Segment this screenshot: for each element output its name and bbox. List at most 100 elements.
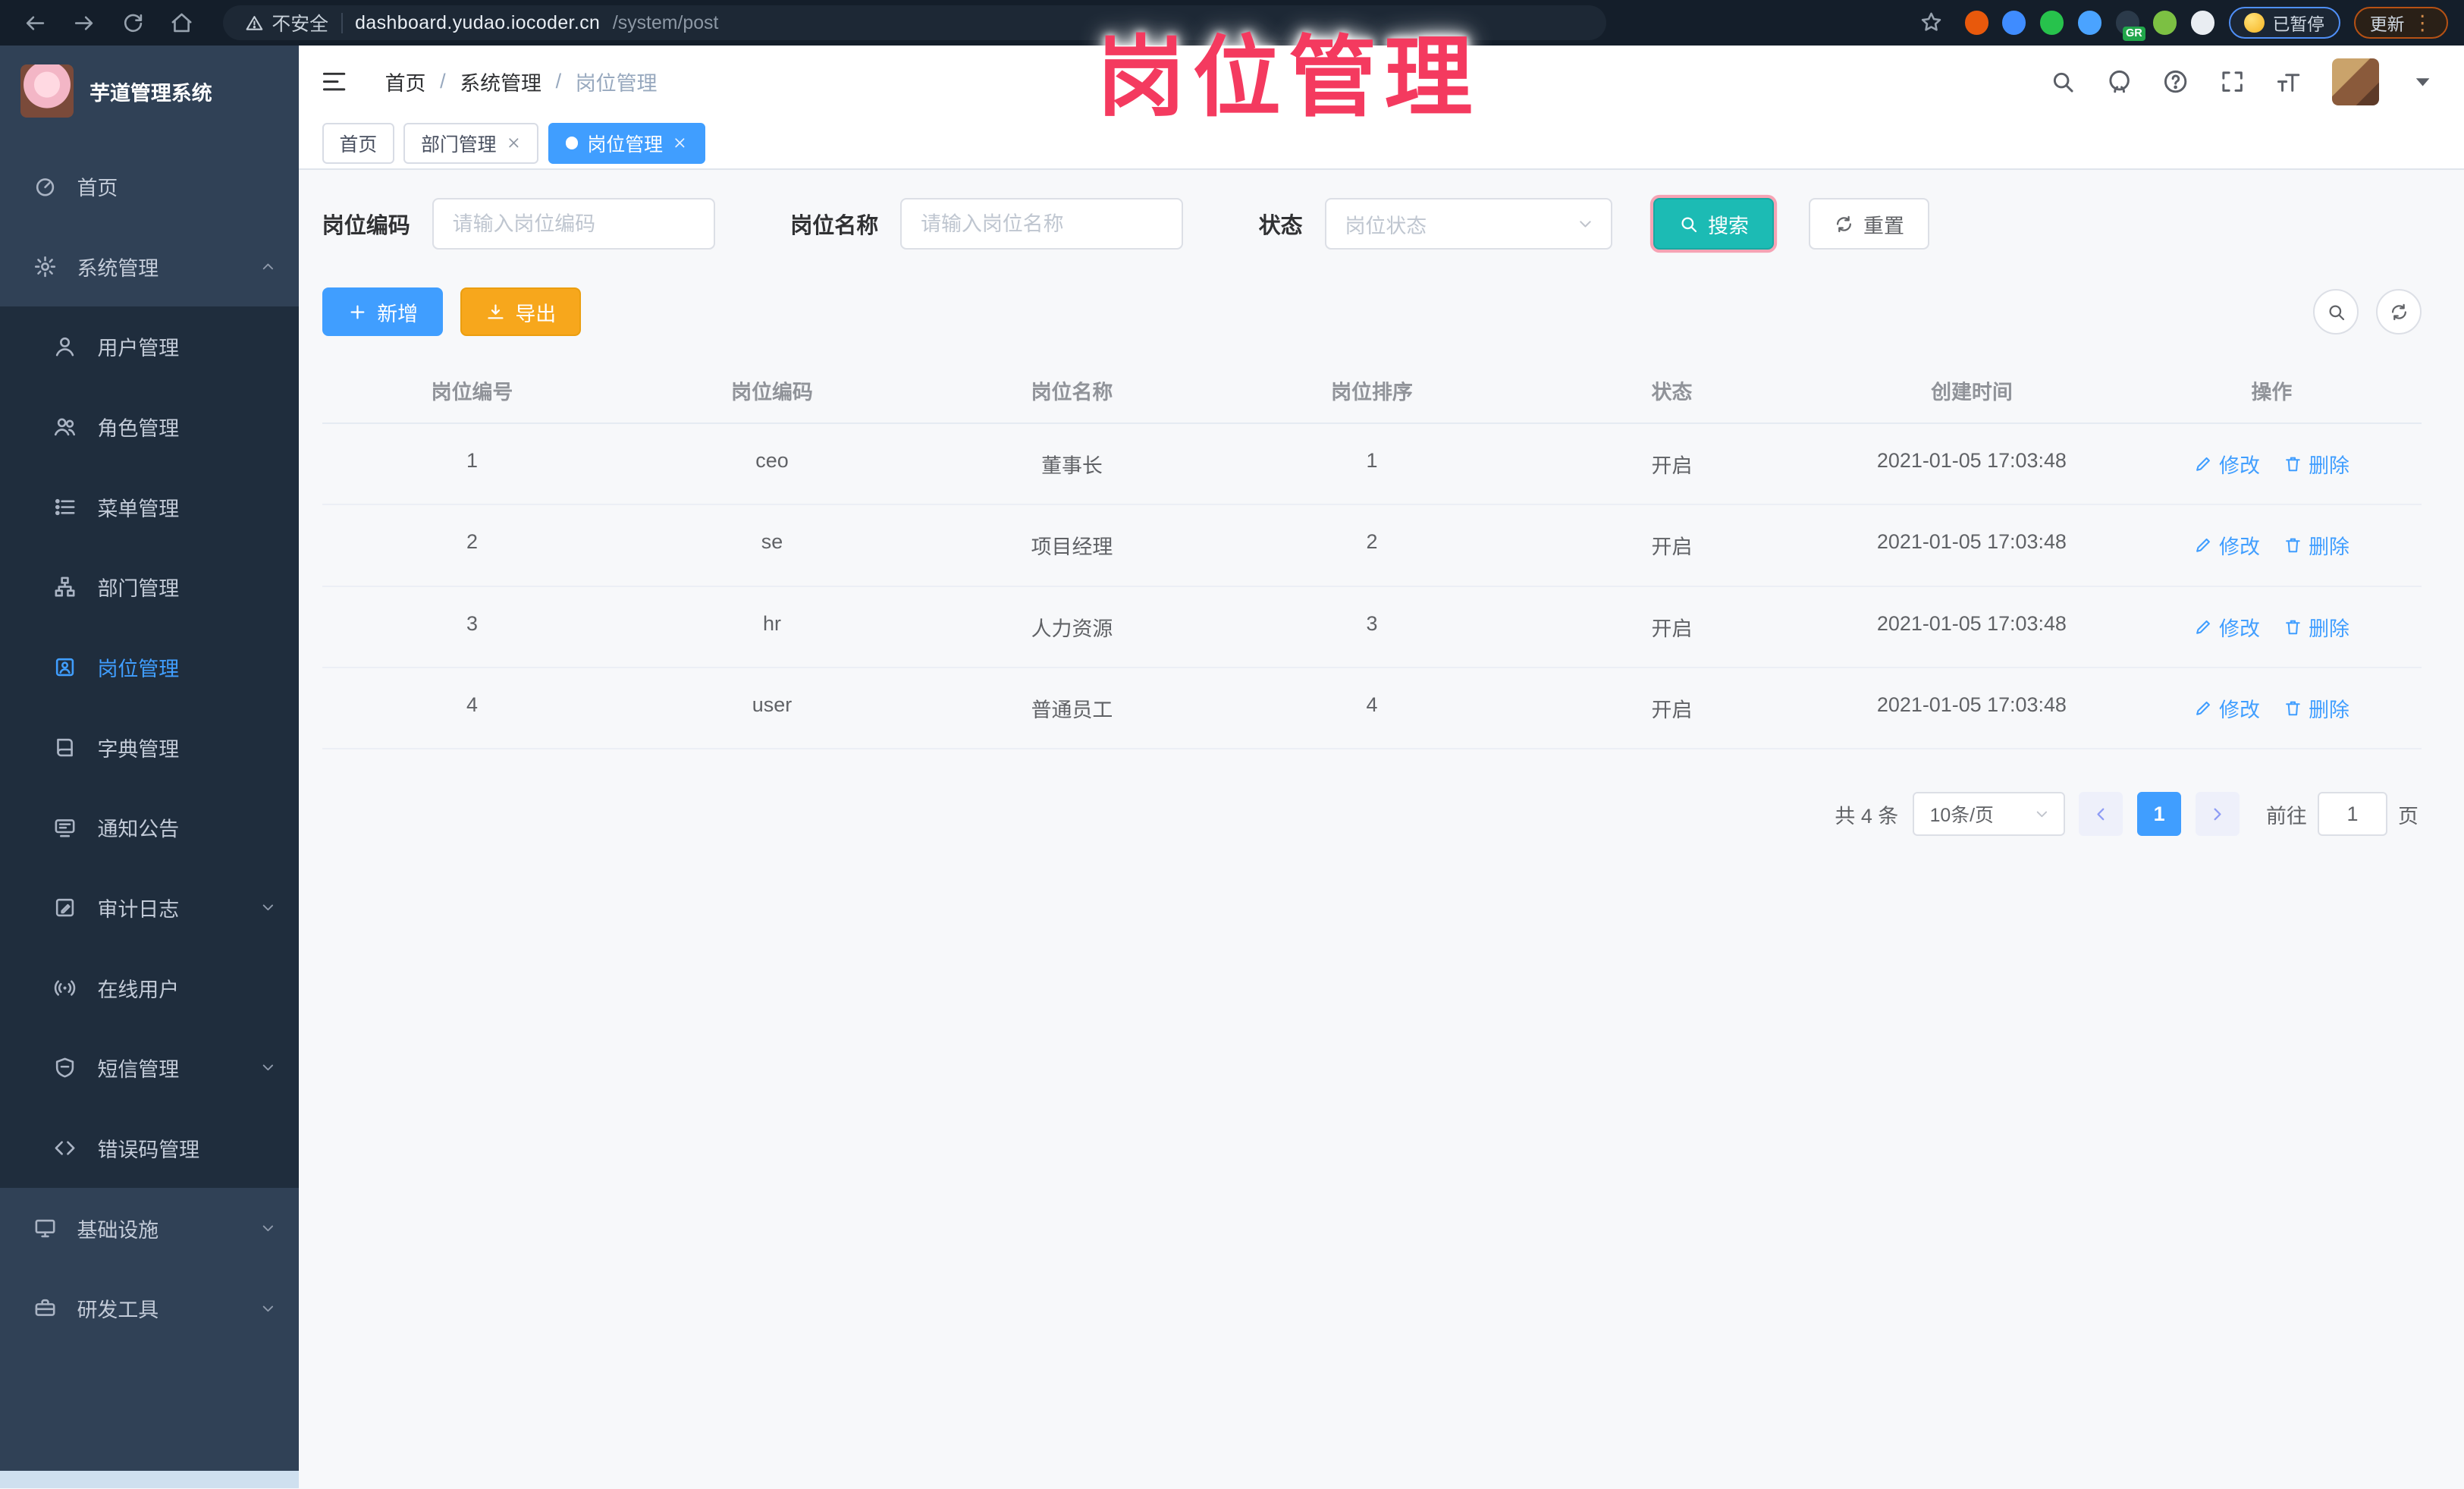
breadcrumb-home[interactable]: 首页 — [385, 67, 426, 96]
column-header: 状态 — [1651, 381, 1693, 404]
delete-link-label: 删除 — [2309, 617, 2349, 640]
star-icon[interactable] — [1911, 11, 1951, 34]
sidebar-item-user-management[interactable]: 用户管理 — [0, 306, 299, 387]
chevron-down-icon — [259, 1059, 277, 1076]
sidebar-item-sms-management[interactable]: 短信管理 — [0, 1028, 299, 1108]
delete-link[interactable]: 删除 — [2284, 530, 2349, 560]
sidebar-item-notice-announcement[interactable]: 通知公告 — [0, 787, 299, 868]
sidebar-item-label: 用户管理 — [97, 337, 180, 360]
add-button[interactable]: 新增 — [322, 287, 444, 337]
user-icon — [53, 335, 77, 358]
paused-pill[interactable]: 已暂停 — [2228, 7, 2340, 39]
sidebar-item-label: 字典管理 — [97, 737, 180, 761]
breadcrumb-system[interactable]: 系统管理 — [460, 67, 541, 96]
insecure-label: 不安全 — [272, 14, 328, 36]
column-header: 岗位编码 — [731, 381, 813, 404]
fullscreen-icon[interactable] — [2219, 68, 2246, 95]
sidebar-item-menu-management[interactable]: 菜单管理 — [0, 466, 299, 548]
user-avatar[interactable] — [2332, 58, 2380, 105]
table-cell: se — [761, 530, 783, 554]
breadcrumb: 首页 / 系统管理 / 岗位管理 — [385, 67, 658, 96]
table-cell: 开启 — [1651, 536, 1693, 559]
delete-link[interactable]: 删除 — [2284, 449, 2349, 479]
security-status[interactable]: 不安全 — [245, 9, 328, 36]
table-cell: user — [752, 693, 793, 716]
sidebar-item-label: 通知公告 — [97, 818, 180, 841]
search-icon[interactable] — [2049, 68, 2076, 95]
sidebar-item-infrastructure[interactable]: 基础设施 — [0, 1188, 299, 1268]
extension-orange-icon[interactable] — [1964, 11, 1988, 35]
table-row: 2 se 项目经理 2 开启 2021-01-05 17:03:48 修改 删除 — [322, 505, 2422, 587]
sidebar-item-online-users[interactable]: 在线用户 — [0, 947, 299, 1029]
home-icon[interactable] — [162, 11, 201, 35]
refresh-table-button[interactable] — [2376, 289, 2422, 335]
post-name-input[interactable] — [900, 198, 1184, 250]
sidebar: 芋道管理系统 首页 系统管理用户管理角色管理菜单管理部门管理 岗位管理字典管理通知公… — [0, 46, 299, 1489]
page-size-select[interactable]: 10条/页 — [1912, 792, 2065, 837]
tab-home[interactable]: 首页 — [322, 122, 394, 164]
update-button[interactable]: 更新 ⋮ — [2354, 7, 2449, 39]
goto-page-input[interactable] — [2318, 792, 2387, 837]
edit-link-label: 修改 — [2219, 536, 2260, 559]
extensions-puzzle-icon[interactable] — [2190, 11, 2215, 35]
sidebar-item-post-management[interactable]: 岗位管理 — [0, 627, 299, 708]
next-page-button[interactable] — [2195, 792, 2240, 837]
book-icon — [53, 736, 77, 759]
address-bar[interactable]: 不安全 dashboard.yudao.iocoder.cn/system/po… — [223, 5, 1606, 40]
pagination-total: 共 4 条 — [1835, 804, 1899, 828]
edit-link[interactable]: 修改 — [2194, 530, 2260, 560]
hamburger-icon[interactable] — [321, 68, 347, 95]
export-button[interactable]: 导出 — [460, 287, 582, 337]
list-icon — [53, 495, 77, 519]
back-icon[interactable] — [16, 11, 55, 35]
forward-icon[interactable] — [64, 11, 104, 35]
sidebar-item-label: 审计日志 — [97, 898, 180, 922]
sidebar-item-dept-management[interactable]: 部门管理 — [0, 547, 299, 627]
sidebar-item-audit-log[interactable]: 审计日志 — [0, 867, 299, 948]
extension-pin-icon[interactable] — [2002, 11, 2026, 35]
fontsize-icon[interactable] — [2275, 68, 2302, 95]
sidebar-item-error-code-management[interactable]: 错误码管理 — [0, 1107, 299, 1189]
edit-link[interactable]: 修改 — [2194, 612, 2260, 642]
page-unit-label: 页 — [2398, 804, 2418, 828]
extension-settings-icon[interactable] — [2077, 11, 2101, 35]
sidebar-item-role-management[interactable]: 角色管理 — [0, 386, 299, 467]
delete-link[interactable]: 删除 — [2284, 612, 2349, 642]
tab-post-management[interactable]: 岗位管理 — [548, 122, 705, 164]
row-actions: 修改 删除 — [2122, 668, 2422, 748]
sidebar-item-home[interactable]: 首页 — [0, 146, 299, 227]
extension-green-check-icon[interactable] — [2040, 11, 2064, 35]
sidebar-item-label: 菜单管理 — [97, 497, 180, 520]
tab-close-icon[interactable] — [506, 135, 522, 151]
reload-icon[interactable] — [113, 11, 152, 35]
prev-page-button[interactable] — [2079, 792, 2123, 837]
table-cell: 开启 — [1651, 698, 1693, 721]
sidebar-item-dev-tools[interactable]: 研发工具 — [0, 1268, 299, 1349]
tab-close-icon[interactable] — [672, 135, 688, 151]
table-cell: 1 — [466, 449, 478, 473]
app-logo-row[interactable]: 芋道管理系统 — [0, 46, 299, 134]
tab-dept-management[interactable]: 部门管理 — [403, 122, 539, 164]
org-tree-icon — [53, 575, 77, 598]
search-button[interactable]: 搜索 — [1653, 198, 1775, 250]
post-code-input[interactable] — [432, 198, 715, 250]
status-select[interactable]: 岗位状态 — [1324, 198, 1612, 250]
url-host: dashboard.yudao.iocoder.cn — [355, 11, 601, 33]
edit-link[interactable]: 修改 — [2194, 449, 2260, 479]
browser-menu-icon[interactable]: ⋮ — [2412, 11, 2433, 35]
extension-plant-icon[interactable] — [2153, 11, 2177, 35]
github-icon[interactable] — [2106, 68, 2133, 95]
question-icon[interactable] — [2162, 68, 2189, 95]
toggle-search-button[interactable] — [2313, 289, 2359, 335]
row-actions: 修改 删除 — [2122, 587, 2422, 667]
sidebar-item-dict-management[interactable]: 字典管理 — [0, 707, 299, 788]
edit-link[interactable]: 修改 — [2194, 693, 2260, 723]
table-row: 1 ceo 董事长 1 开启 2021-01-05 17:03:48 修改 删除 — [322, 424, 2422, 506]
reset-button[interactable]: 重置 — [1808, 198, 1929, 250]
extension-gr-icon[interactable]: GR — [2115, 11, 2145, 41]
tab-label: 岗位管理 — [587, 134, 663, 155]
chevron-down-icon — [2033, 806, 2051, 823]
sidebar-item-system-management[interactable]: 系统管理 — [0, 226, 299, 306]
page-1-button[interactable]: 1 — [2137, 792, 2182, 837]
delete-link[interactable]: 删除 — [2284, 693, 2349, 723]
